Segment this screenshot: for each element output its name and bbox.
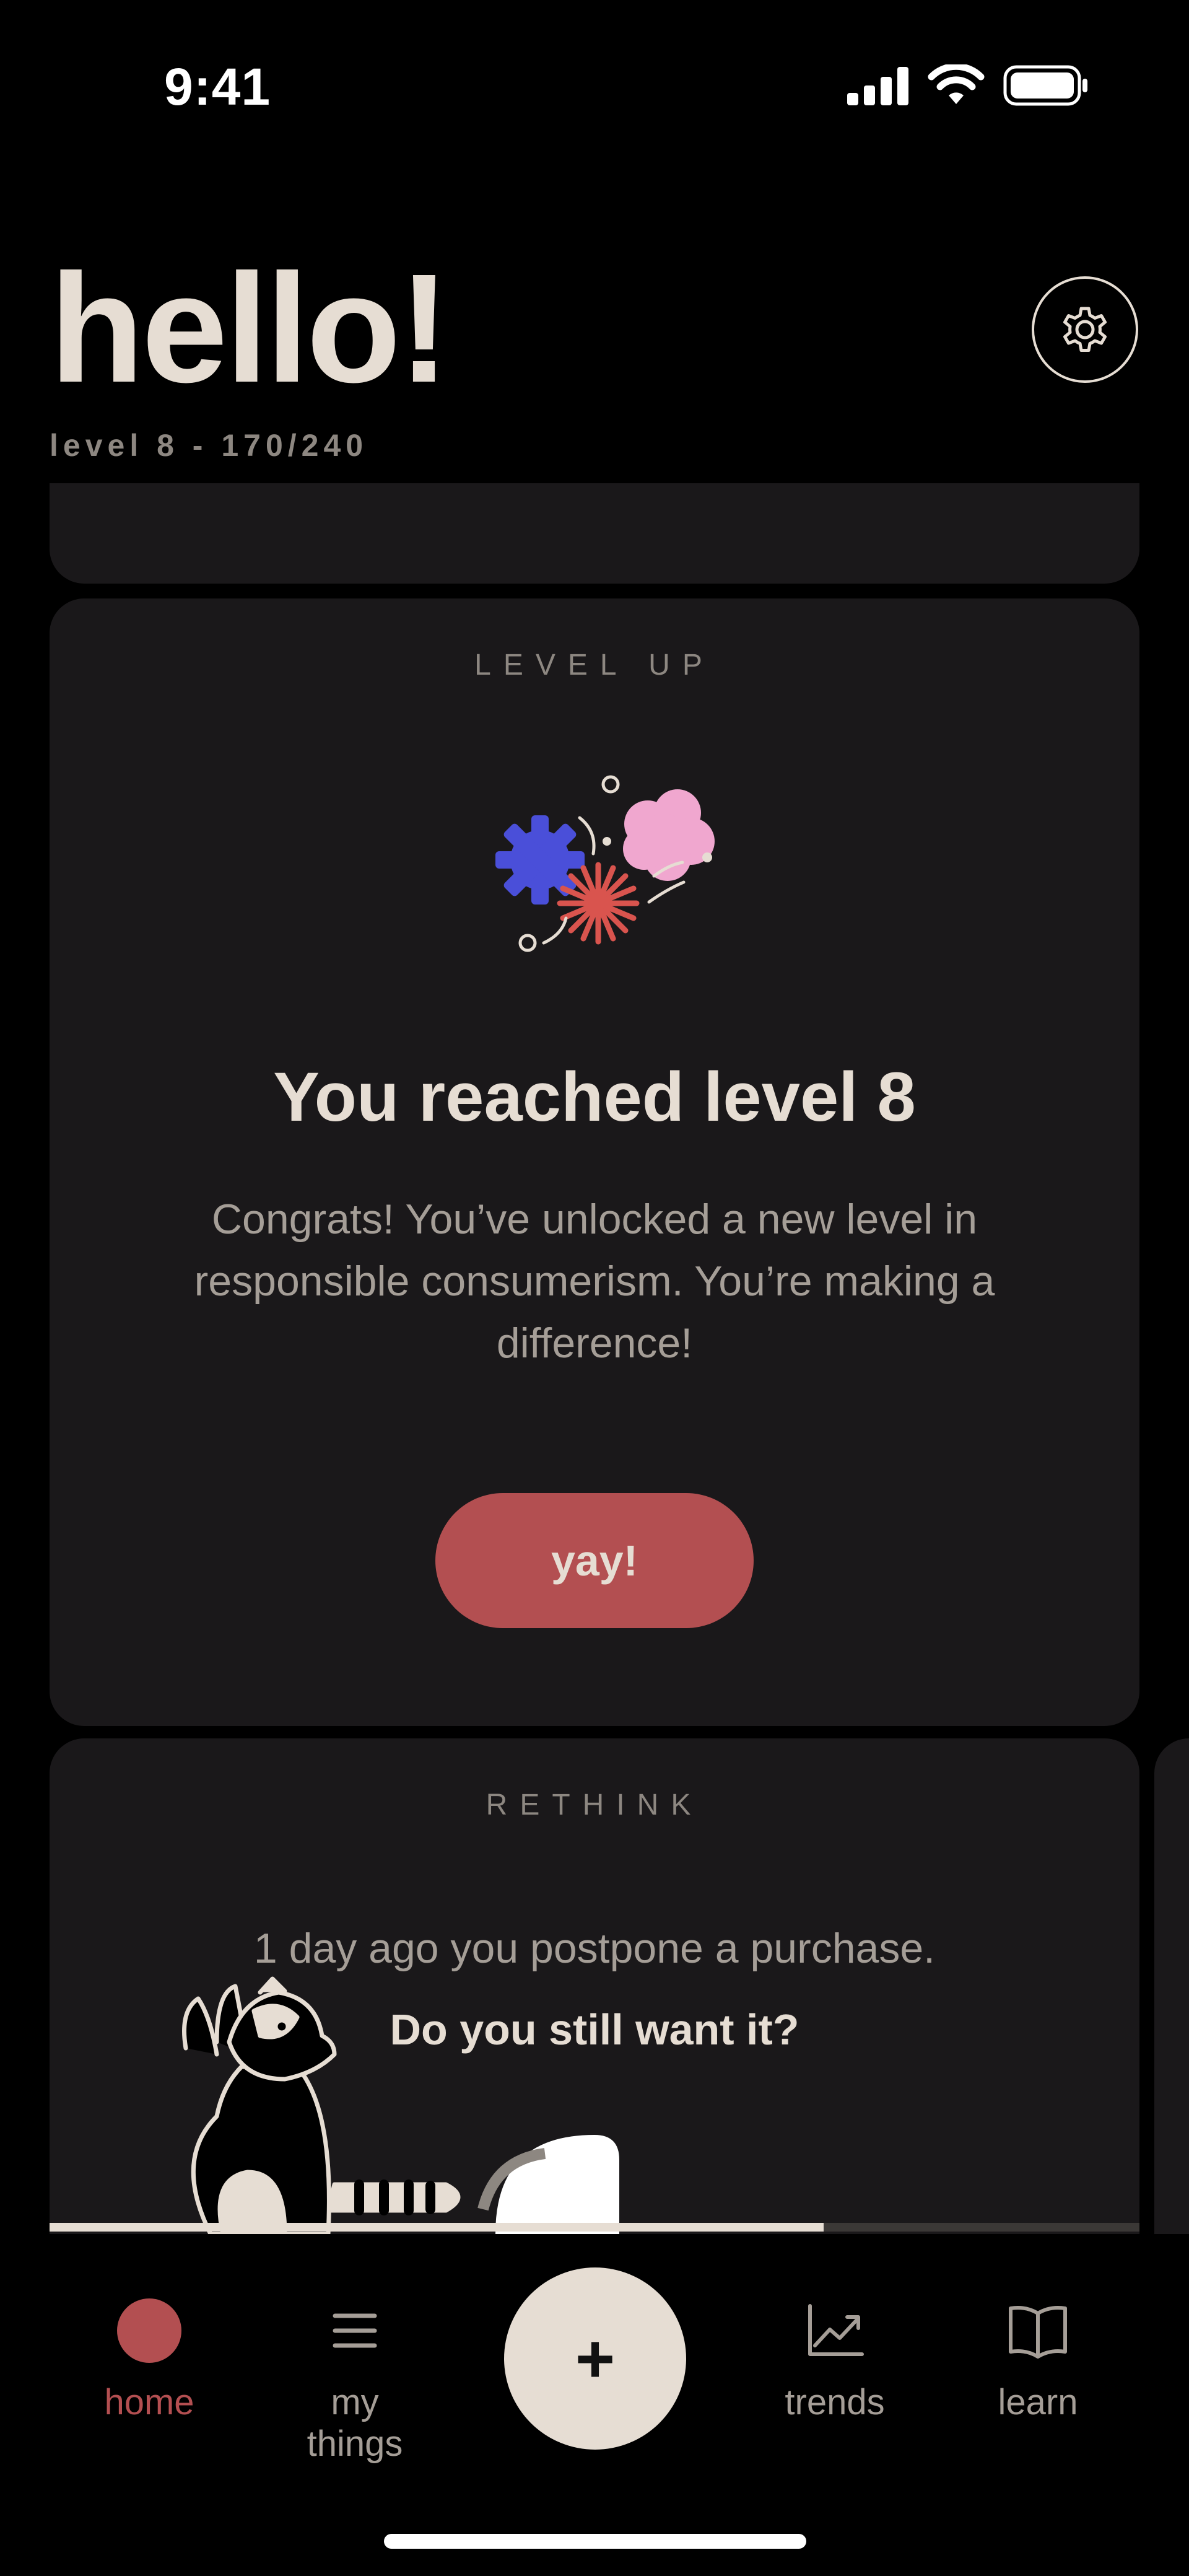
add-button[interactable]: + [504,2267,686,2450]
wifi-icon [928,64,985,104]
tab-home[interactable]: home [75,2298,224,2423]
tab-label: home [104,2382,194,2422]
plus-icon: + [575,2320,616,2397]
tab-learn[interactable]: learn [964,2298,1112,2423]
level-description: Congrats! You’ve unlocked a new level in… [194,1196,995,1367]
card-progress-fill [50,2223,824,2232]
home-dot-icon [117,2298,181,2363]
status-icons [847,64,1090,107]
tab-my-things[interactable]: my things [281,2298,429,2464]
level-title: You reached level 8 [273,1058,916,1136]
rethink-card[interactable]: RETHINK 1 day ago you postpone a purchas… [50,1738,1139,2234]
tab-trends[interactable]: trends [760,2298,909,2423]
previous-card [50,483,1139,584]
tab-label: my things [307,2382,403,2464]
yay-button[interactable]: yay! [435,1493,754,1628]
status-time: 9:41 [164,58,271,116]
battery-icon [1003,65,1087,106]
celebration-illustration [495,775,715,952]
level-up-card: LEVEL UP You reached level 8 Congrats! Y… [50,598,1139,1726]
next-card-peek[interactable] [1154,1738,1189,2234]
tab-label: trends [785,2382,885,2422]
rethink-message: 1 day ago you postpone a purchase. [253,1925,936,1972]
list-icon [333,2313,377,2348]
home-indicator[interactable] [384,2534,806,2549]
cellular-signal-icon [847,67,908,105]
card-eyebrow: LEVEL UP [474,649,715,681]
greeting-title: hello! [50,242,450,414]
level-progress-text: level 8 - 170/240 [50,428,368,463]
book-icon [1009,2306,1067,2359]
raccoon-illustration [182,1976,619,2234]
tab-label: learn [998,2382,1078,2422]
trend-chart-icon [808,2304,864,2356]
card-progress-track [50,2223,1139,2232]
gear-icon [1063,307,1107,352]
settings-button[interactable] [1032,276,1138,383]
card-eyebrow: RETHINK [486,1789,703,1821]
